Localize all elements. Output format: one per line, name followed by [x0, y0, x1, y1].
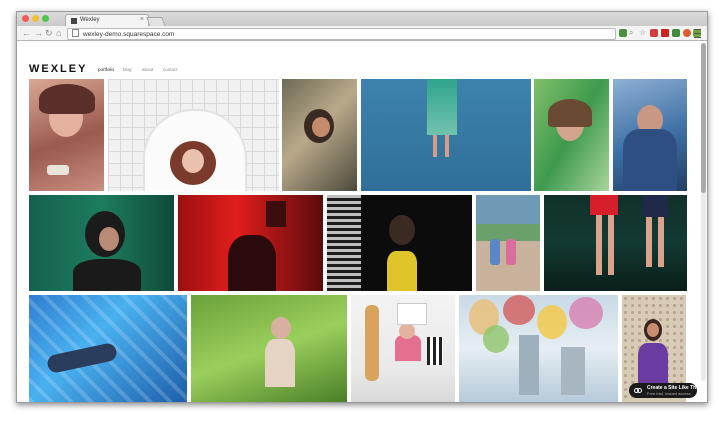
badge-subtitle: Free trial. Instant access. [647, 391, 692, 396]
nav-contact[interactable]: contact [163, 67, 178, 72]
gallery-photo[interactable] [459, 295, 618, 402]
gallery-photo[interactable] [361, 79, 531, 191]
browser-toolbar: ← → ↻ ⌂ wexley-demo.squarespace.com ⌕ ☆ [17, 26, 707, 41]
address-bar[interactable]: wexley-demo.squarespace.com [67, 28, 616, 40]
page-content: WEXLEY portfolio blog about contact Crea… [17, 41, 707, 402]
squarespace-icon [634, 388, 642, 393]
extension-red-icon[interactable] [650, 29, 658, 37]
zoom-window-button[interactable] [42, 15, 49, 22]
gallery-photo[interactable] [191, 295, 347, 402]
tab-bar: Wexley × [17, 12, 707, 27]
page-icon [72, 29, 79, 37]
forward-arrow-icon[interactable]: → [34, 27, 43, 39]
close-tab-icon[interactable]: × [140, 16, 144, 23]
page-scrollbar[interactable] [701, 43, 706, 381]
url-text: wexley-demo.squarespace.com [83, 31, 175, 38]
nav-blog[interactable]: blog [123, 67, 132, 72]
minimize-window-button[interactable] [32, 15, 39, 22]
star-icon[interactable]: ☆ [639, 27, 646, 39]
extension-green-icon[interactable] [672, 29, 680, 37]
gallery-photo[interactable] [351, 295, 455, 402]
nav-about[interactable]: about [142, 67, 153, 72]
gallery-photo[interactable] [476, 195, 540, 291]
home-icon[interactable]: ⌂ [56, 27, 61, 39]
tab-title: Wexley [80, 17, 100, 23]
gallery-photo[interactable] [29, 195, 174, 291]
gallery-photo[interactable] [544, 195, 687, 291]
create-site-badge[interactable]: Create a Site Like This Free trial. Inst… [629, 383, 700, 398]
gallery-photo[interactable] [534, 79, 609, 191]
close-window-button[interactable] [22, 15, 29, 22]
menu-icon[interactable] [694, 29, 701, 38]
gallery-photo[interactable] [29, 79, 104, 191]
gallery-photo[interactable] [29, 295, 187, 402]
site-logo[interactable]: WEXLEY [29, 63, 87, 75]
gallery-photo[interactable] [613, 79, 687, 191]
browser-window: Wexley × ← → ↻ ⌂ wexley-demo.squarespace… [16, 11, 708, 403]
reload-icon[interactable]: ↻ [45, 27, 53, 39]
scrollbar-thumb[interactable] [701, 43, 706, 193]
magnifier-icon[interactable]: ⌕ [629, 27, 633, 39]
extension-orange-icon[interactable] [683, 29, 691, 37]
gallery-photo[interactable] [178, 195, 323, 291]
back-arrow-icon[interactable]: ← [22, 27, 31, 39]
favicon-icon [71, 18, 77, 24]
gallery-photo[interactable] [108, 79, 279, 191]
gmail-icon[interactable] [661, 29, 669, 37]
gallery-photo[interactable] [282, 79, 357, 191]
gallery-photo[interactable] [327, 195, 472, 291]
nav-portfolio[interactable]: portfolio [98, 67, 114, 72]
extension-icon[interactable] [619, 29, 627, 37]
